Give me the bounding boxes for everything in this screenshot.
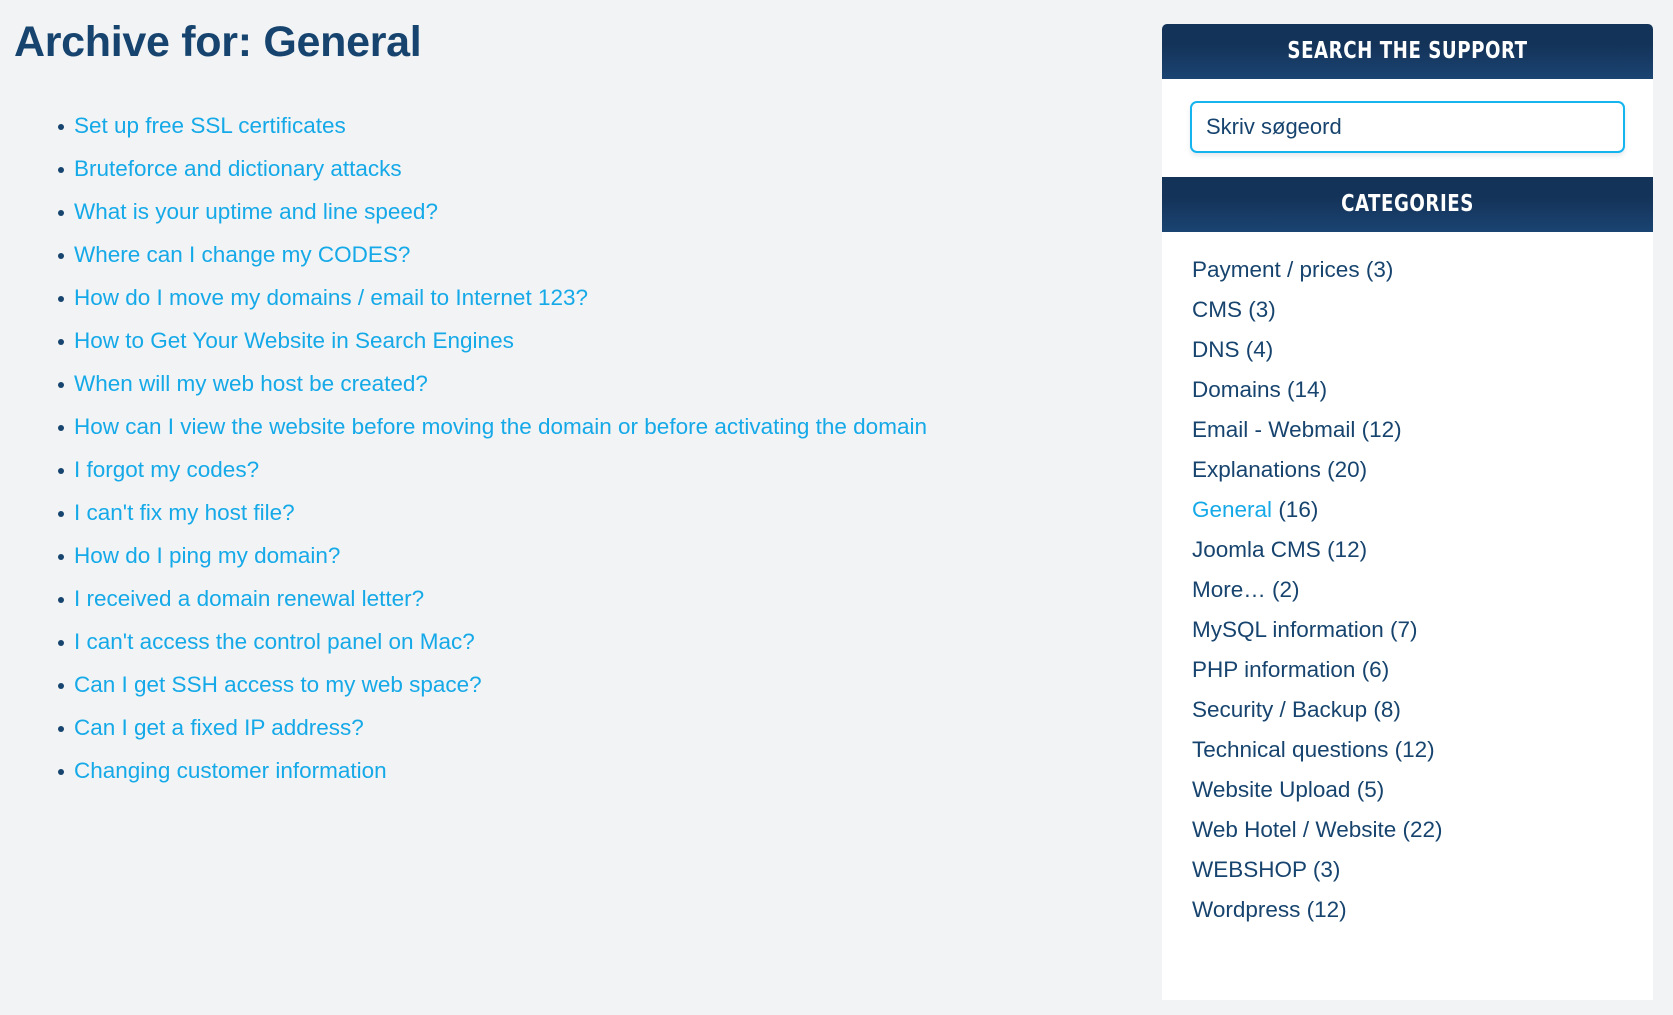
category-link[interactable]: CMS xyxy=(1192,297,1242,322)
archive-list-item: Can I get SSH access to my web space? xyxy=(0,663,1060,706)
category-link[interactable]: Explanations xyxy=(1192,457,1321,482)
category-count: (6) xyxy=(1361,657,1390,682)
archive-list-item: I forgot my codes? xyxy=(0,448,1060,491)
category-list: Payment / prices (3) CMS (3) DNS (4) Domain… xyxy=(1162,250,1653,930)
category-count: (5) xyxy=(1356,777,1385,802)
category-list-item: DNS (4) xyxy=(1162,330,1653,370)
category-count: (22) xyxy=(1402,817,1443,842)
archive-link[interactable]: I can't access the control panel on Mac? xyxy=(74,629,475,654)
category-link[interactable]: Email - Webmail xyxy=(1192,417,1355,442)
archive-link[interactable]: Set up free SSL certificates xyxy=(74,113,346,138)
main-content-column: Archive for: General Set up free SSL cer… xyxy=(0,0,1070,1015)
search-widget-header: SEARCH THE SUPPORT xyxy=(1162,24,1653,79)
search-input[interactable] xyxy=(1190,101,1625,153)
category-count: (2) xyxy=(1272,577,1300,602)
category-count: (12) xyxy=(1306,897,1347,922)
category-link[interactable]: Technical questions xyxy=(1192,737,1388,762)
archive-link[interactable]: How do I ping my domain? xyxy=(74,543,340,568)
sidebar: SEARCH THE SUPPORT CATEGORIES Payment / … xyxy=(1162,24,1653,1000)
category-link[interactable]: Domains xyxy=(1192,377,1281,402)
category-count: (14) xyxy=(1287,377,1328,402)
archive-link[interactable]: Can I get SSH access to my web space? xyxy=(74,672,482,697)
search-widget-header-label: SEARCH THE SUPPORT xyxy=(1191,24,1624,79)
archive-list-item: Where can I change my CODES? xyxy=(0,233,1060,276)
category-list-item: Technical questions (12) xyxy=(1162,730,1653,770)
archive-link[interactable]: Bruteforce and dictionary attacks xyxy=(74,156,402,181)
category-link[interactable]: Joomla CMS xyxy=(1192,537,1321,562)
archive-list-item: How do I move my domains / email to Inte… xyxy=(0,276,1060,319)
archive-list-item: What is your uptime and line speed? xyxy=(0,190,1060,233)
category-count: (8) xyxy=(1373,697,1401,722)
category-list-item: Security / Backup (8) xyxy=(1162,690,1653,730)
category-link[interactable]: More… xyxy=(1192,577,1266,602)
archive-list-item: When will my web host be created? xyxy=(0,362,1060,405)
category-list-item: Explanations (20) xyxy=(1162,450,1653,490)
archive-link[interactable]: What is your uptime and line speed? xyxy=(74,199,438,224)
archive-list-item: Can I get a fixed IP address? xyxy=(0,706,1060,749)
archive-link[interactable]: I forgot my codes? xyxy=(74,457,259,482)
category-list-item: Payment / prices (3) xyxy=(1162,250,1653,290)
category-link[interactable]: DNS xyxy=(1192,337,1240,362)
category-count: (7) xyxy=(1390,617,1418,642)
archive-article-list: Set up free SSL certificates Bruteforce a… xyxy=(0,104,1060,792)
categories-widget-body: Payment / prices (3) CMS (3) DNS (4) Domain… xyxy=(1162,232,1653,1000)
category-link[interactable]: Web Hotel / Website xyxy=(1192,817,1396,842)
category-link[interactable]: WEBSHOP xyxy=(1192,857,1307,882)
category-link[interactable]: PHP information xyxy=(1192,657,1355,682)
category-count: (20) xyxy=(1327,457,1368,482)
category-count: (4) xyxy=(1245,337,1274,362)
archive-link[interactable]: How do I move my domains / email to Inte… xyxy=(74,285,588,310)
categories-widget-header: CATEGORIES xyxy=(1162,177,1653,232)
archive-link[interactable]: Where can I change my CODES? xyxy=(74,242,410,267)
category-count: (3) xyxy=(1365,257,1394,282)
category-count: (12) xyxy=(1327,537,1368,562)
archive-list-item: I can't access the control panel on Mac? xyxy=(0,620,1060,663)
category-count: (12) xyxy=(1361,417,1402,442)
search-widget-body xyxy=(1162,79,1653,177)
category-list-item: Joomla CMS (12) xyxy=(1162,530,1653,570)
category-list-item: Email - Webmail (12) xyxy=(1162,410,1653,450)
archive-link[interactable]: I received a domain renewal letter? xyxy=(74,586,424,611)
archive-list-item: How can I view the website before moving… xyxy=(0,405,1060,448)
category-list-item: MySQL information (7) xyxy=(1162,610,1653,650)
category-link[interactable]: Security / Backup xyxy=(1192,697,1367,722)
archive-link[interactable]: How can I view the website before moving… xyxy=(74,414,927,439)
archive-link[interactable]: Changing customer information xyxy=(74,758,387,783)
archive-list-item: Bruteforce and dictionary attacks xyxy=(0,147,1060,190)
category-count: (16) xyxy=(1278,497,1319,522)
archive-link[interactable]: Can I get a fixed IP address? xyxy=(74,715,364,740)
category-count: (3) xyxy=(1248,297,1276,322)
category-link[interactable]: MySQL information xyxy=(1192,617,1384,642)
category-link[interactable]: Wordpress xyxy=(1192,897,1300,922)
category-list-item: General (16) xyxy=(1162,490,1653,530)
page-title: Archive for: General xyxy=(14,18,422,66)
category-list-item: More… (2) xyxy=(1162,570,1653,610)
archive-list-item: I received a domain renewal letter? xyxy=(0,577,1060,620)
archive-link[interactable]: When will my web host be created? xyxy=(74,371,428,396)
archive-list-item: How do I ping my domain? xyxy=(0,534,1060,577)
category-list-item: PHP information (6) xyxy=(1162,650,1653,690)
category-link[interactable]: Payment / prices xyxy=(1192,257,1360,282)
archive-link[interactable]: How to Get Your Website in Search Engine… xyxy=(74,328,514,353)
category-list-item: WEBSHOP (3) xyxy=(1162,850,1653,890)
category-count: (12) xyxy=(1394,737,1435,762)
category-link[interactable]: Website Upload xyxy=(1192,777,1350,802)
archive-list-item: Changing customer information xyxy=(0,749,1060,792)
categories-widget: CATEGORIES Payment / prices (3) CMS (3) DN… xyxy=(1162,177,1653,1000)
category-list-item: Web Hotel / Website (22) xyxy=(1162,810,1653,850)
archive-link[interactable]: I can't fix my host file? xyxy=(74,500,295,525)
category-list-item: Domains (14) xyxy=(1162,370,1653,410)
category-list-item: CMS (3) xyxy=(1162,290,1653,330)
archive-list-item: How to Get Your Website in Search Engine… xyxy=(0,319,1060,362)
archive-list-item: Set up free SSL certificates xyxy=(0,104,1060,147)
search-widget: SEARCH THE SUPPORT xyxy=(1162,24,1653,177)
category-list-item: Wordpress (12) xyxy=(1162,890,1653,930)
category-list-item: Website Upload (5) xyxy=(1162,770,1653,810)
category-link[interactable]: General xyxy=(1192,497,1272,522)
categories-widget-header-label: CATEGORIES xyxy=(1191,177,1624,232)
category-count: (3) xyxy=(1312,857,1341,882)
archive-list-item: I can't fix my host file? xyxy=(0,491,1060,534)
